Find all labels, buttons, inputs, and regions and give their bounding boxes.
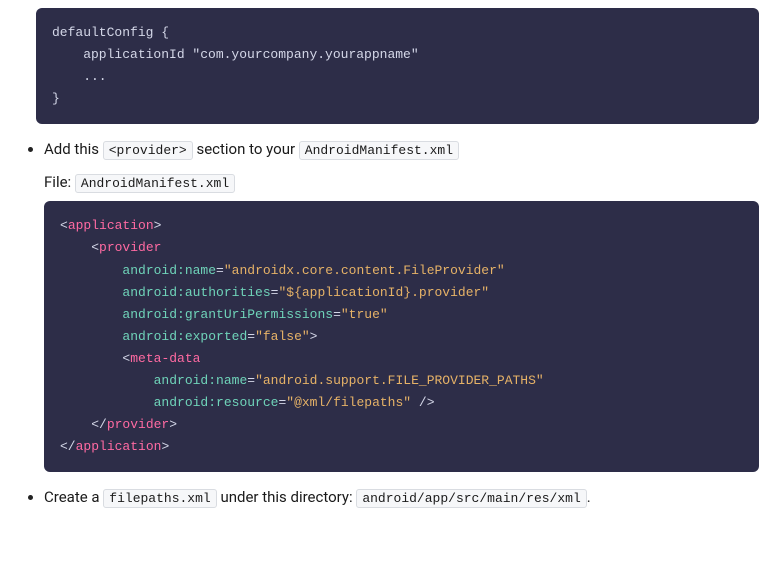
code-line: defaultConfig { [52,25,169,40]
code-token: "${applicationId}.provider" [278,285,489,300]
bullet-text: Create a [44,488,103,506]
list-item: Add this <provider> section to your Andr… [44,138,759,472]
inline-code-provider: <provider> [103,141,193,160]
code-token: < [91,240,99,255]
code-token: android:name [122,263,216,278]
code-token: = [247,373,255,388]
file-label-line: File: AndroidManifest.xml [44,171,759,194]
code-token: android:exported [122,329,247,344]
code-token: = [333,307,341,322]
code-token: > [310,329,318,344]
bullet-text: under this directory: [217,488,357,506]
code-token: > [154,218,162,233]
code-block-manifest: <application> <provider android:name="an… [44,201,759,472]
bullet-text: section to your [193,140,299,158]
code-token: > [161,439,169,454]
code-token: "true" [341,307,388,322]
code-line: applicationId "com.yourcompany.yourappna… [52,47,419,62]
list-item: Create a filepaths.xml under this direct… [44,486,759,509]
inline-code-manifest: AndroidManifest.xml [299,141,459,160]
bullet-text: Add this [44,140,103,158]
code-token: application [68,218,154,233]
code-token: meta-data [130,351,200,366]
code-token: android:authorities [122,285,270,300]
inline-code-filename: AndroidManifest.xml [75,174,235,193]
inline-code-filepaths: filepaths.xml [103,489,216,508]
code-token: provider [99,240,161,255]
code-token: "android.support.FILE_PROVIDER_PATHS" [255,373,544,388]
code-token: > [169,417,177,432]
inline-code-dirpath: android/app/src/main/res/xml [356,489,586,508]
code-token: = [247,329,255,344]
code-token: "@xml/filepaths" [286,395,411,410]
code-line: } [52,91,60,106]
code-token: android:resource [154,395,279,410]
code-token: < [60,218,68,233]
code-token: application [76,439,162,454]
bullet-text: . [587,488,591,506]
code-token: "false" [255,329,310,344]
code-token: android:name [154,373,248,388]
code-line: ... [52,69,107,84]
code-token: </ [91,417,107,432]
code-token: = [216,263,224,278]
code-token: </ [60,439,76,454]
code-token: provider [107,417,169,432]
code-block-defaultconfig: defaultConfig { applicationId "com.yourc… [36,8,759,124]
file-label: File: [44,173,75,191]
code-token: "androidx.core.content.FileProvider" [224,263,505,278]
code-token: /> [411,395,434,410]
code-token: android:grantUriPermissions [122,307,333,322]
